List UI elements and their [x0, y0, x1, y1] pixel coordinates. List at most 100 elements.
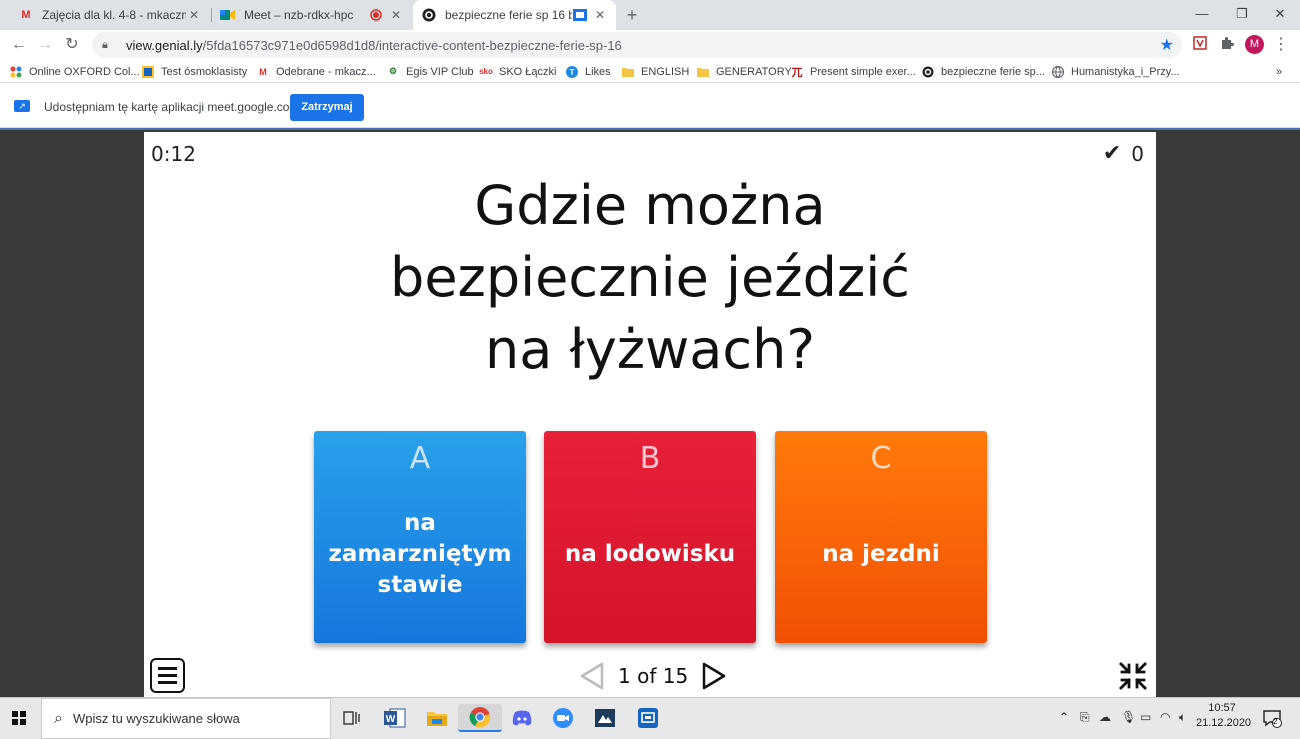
tab-strip: M Zajęcia dla kl. 4-8 - mkaczmarczy ✕ Me…	[0, 0, 1300, 30]
svg-text:T: T	[570, 68, 575, 77]
answer-text: na lodowisku	[564, 540, 736, 567]
browser-toolbar: ← → ↻ 🔒︎ view.genial.ly/5fda16573c971e0d…	[0, 30, 1300, 60]
menu-button[interactable]	[150, 658, 185, 693]
bookmark-label: Test ósmoklasisty	[161, 65, 248, 78]
search-placeholder: Wpisz tu wyszukiwane słowa	[72, 711, 240, 726]
bookmark-label: SKO Łączki	[499, 65, 557, 78]
microphone-icon[interactable]: 🎙︎	[1121, 710, 1136, 724]
bookmark-item[interactable]: sko SKO Łączki	[479, 63, 557, 80]
next-arrow-icon[interactable]	[700, 662, 728, 690]
bookmark-item[interactable]: Humanistyka_i_Przy...	[1052, 63, 1180, 80]
task-view-icon[interactable]	[338, 704, 366, 732]
score-value: 0	[1131, 141, 1144, 166]
chrome-taskbar-icon[interactable]	[458, 704, 502, 732]
bookmark-label: Odebrane - mkacz...	[276, 65, 376, 78]
extensions-puzzle-icon[interactable]	[1218, 36, 1236, 54]
tab-gmail[interactable]: M Zajęcia dla kl. 4-8 - mkaczmarczy ✕	[10, 0, 210, 30]
answer-a-button[interactable]: A na zamarzniętym stawie	[314, 431, 526, 643]
bookmark-item[interactable]: Online OXFORD Col...	[10, 63, 140, 80]
answer-letter: B	[639, 441, 661, 476]
browser-menu-icon[interactable]: ⋮	[1272, 36, 1290, 54]
answer-letter: C	[870, 441, 892, 476]
checkmark-icon: ✔	[1102, 141, 1122, 166]
file-explorer-icon[interactable]	[423, 704, 451, 732]
close-icon[interactable]: ✕	[388, 8, 404, 22]
system-clock[interactable]: 10:57 21.12.2020	[1196, 701, 1251, 731]
tray-app-icon[interactable]: ⎘	[1080, 710, 1090, 725]
tab-label: Zajęcia dla kl. 4-8 - mkaczmarczy	[42, 8, 186, 22]
screen-share-infobar: ↗ Udostępniam tę kartę aplikacji meet.go…	[0, 84, 1300, 128]
new-tab-button[interactable]: +	[622, 5, 642, 25]
svg-text:W: W	[386, 714, 396, 725]
tab-label: bezpieczne ferie sp 16 by Ma	[445, 8, 572, 22]
extension-shield-icon[interactable]	[1191, 36, 1209, 54]
bookmark-item[interactable]: 兀 Present simple exer...	[791, 63, 916, 80]
exit-fullscreen-icon[interactable]	[1118, 661, 1148, 691]
gmail-icon: M	[21, 9, 31, 21]
bookmark-label: ENGLISH	[641, 65, 690, 78]
address-bar[interactable]: 🔒︎ view.genial.ly/5fda16573c971e0d6598d1…	[92, 32, 1182, 58]
taskbar-search-input[interactable]: ⌕ Wpisz tu wyszukiwane słowa	[41, 698, 331, 739]
globe-icon	[1052, 65, 1064, 78]
page-viewport: 0:12 ✔ 0 Gdzie można bezpiecznie jeździć…	[0, 128, 1300, 697]
stop-sharing-button[interactable]: Zatrzymaj	[290, 94, 364, 121]
share-message: Udostępniam tę kartę aplikacji meet.goog…	[44, 100, 300, 114]
windows-start-icon[interactable]	[12, 711, 26, 725]
word-icon[interactable]: W	[381, 704, 409, 732]
url-host: view.genial.ly	[126, 37, 203, 53]
recording-icon	[368, 7, 384, 23]
bookmark-label: GENERATORY	[716, 65, 792, 78]
minimize-button[interactable]: —	[1182, 0, 1222, 30]
answer-c-button[interactable]: C na jezdni	[775, 431, 987, 643]
egis-icon: ⚙	[388, 66, 398, 76]
bookmark-item[interactable]: T Likes	[566, 63, 611, 80]
reload-button[interactable]: ↻	[61, 34, 83, 56]
back-button[interactable]: ←	[8, 34, 30, 56]
menu-bar	[158, 681, 177, 684]
pagination: 1 of 15	[578, 660, 728, 692]
bookmark-item[interactable]: ENGLISH	[622, 63, 689, 80]
photo-app-icon[interactable]	[591, 704, 619, 732]
battery-icon[interactable]: ▭	[1140, 710, 1151, 724]
genially-icon	[922, 66, 934, 78]
tab-genially[interactable]: bezpieczne ferie sp 16 by Ma ✕	[413, 0, 616, 30]
tab-meet[interactable]: Meet – nzb-rdkx-hpc ✕	[212, 0, 412, 30]
profile-avatar[interactable]: M	[1245, 35, 1264, 54]
bookmark-item[interactable]: ⚙ Egis VIP Club	[387, 63, 474, 80]
tray-chevron-icon[interactable]: ⌃	[1059, 710, 1069, 724]
bookmark-item[interactable]: Test ósmoklasisty	[142, 63, 247, 80]
bookmark-star-icon[interactable]: ★	[1160, 35, 1174, 55]
bookmarks-bar: Online OXFORD Col... Test ósmoklasisty M…	[0, 60, 1300, 83]
discord-icon[interactable]	[508, 704, 536, 732]
bookmark-item[interactable]: M Odebrane - mkacz...	[257, 63, 376, 80]
volume-icon[interactable]: 🔈︎	[1179, 710, 1186, 725]
quiz-timer: 0:12	[151, 142, 196, 166]
remote-app-icon[interactable]	[634, 704, 662, 732]
search-icon: ⌕	[54, 709, 63, 727]
close-icon[interactable]: ✕	[592, 8, 608, 22]
forward-button[interactable]: →	[34, 34, 56, 56]
onedrive-icon[interactable]: ☁	[1099, 710, 1111, 724]
bookmark-label: Present simple exer...	[810, 65, 916, 78]
likes-icon: T	[566, 65, 578, 78]
menu-bar	[158, 667, 177, 670]
menu-bar	[158, 674, 177, 677]
tab-label: Meet – nzb-rdkx-hpc	[244, 8, 354, 22]
bookmark-label: Online OXFORD Col...	[29, 65, 140, 78]
wifi-icon[interactable]: ◠	[1160, 710, 1170, 724]
answer-b-button[interactable]: B na lodowisku	[544, 431, 756, 643]
bookmark-item[interactable]: GENERATORY	[697, 63, 792, 80]
notification-center-icon[interactable]: 2	[1262, 708, 1282, 728]
more-bookmarks-button[interactable]: »	[1276, 63, 1282, 80]
zoom-icon[interactable]	[549, 704, 577, 732]
restore-button[interactable]: ❐	[1222, 0, 1262, 30]
genially-icon	[421, 7, 437, 23]
meet-icon	[220, 7, 236, 23]
close-icon[interactable]: ✕	[186, 8, 202, 22]
close-window-button[interactable]: ✕	[1260, 0, 1300, 30]
question-text: Gdzie można bezpiecznie jeździć na łyżwa…	[300, 170, 1000, 386]
question-line: bezpiecznie jeździć	[390, 246, 910, 309]
bookmark-item[interactable]: bezpieczne ferie sp...	[922, 63, 1045, 80]
previous-arrow-icon[interactable]	[578, 662, 606, 690]
folder-icon	[697, 66, 709, 78]
